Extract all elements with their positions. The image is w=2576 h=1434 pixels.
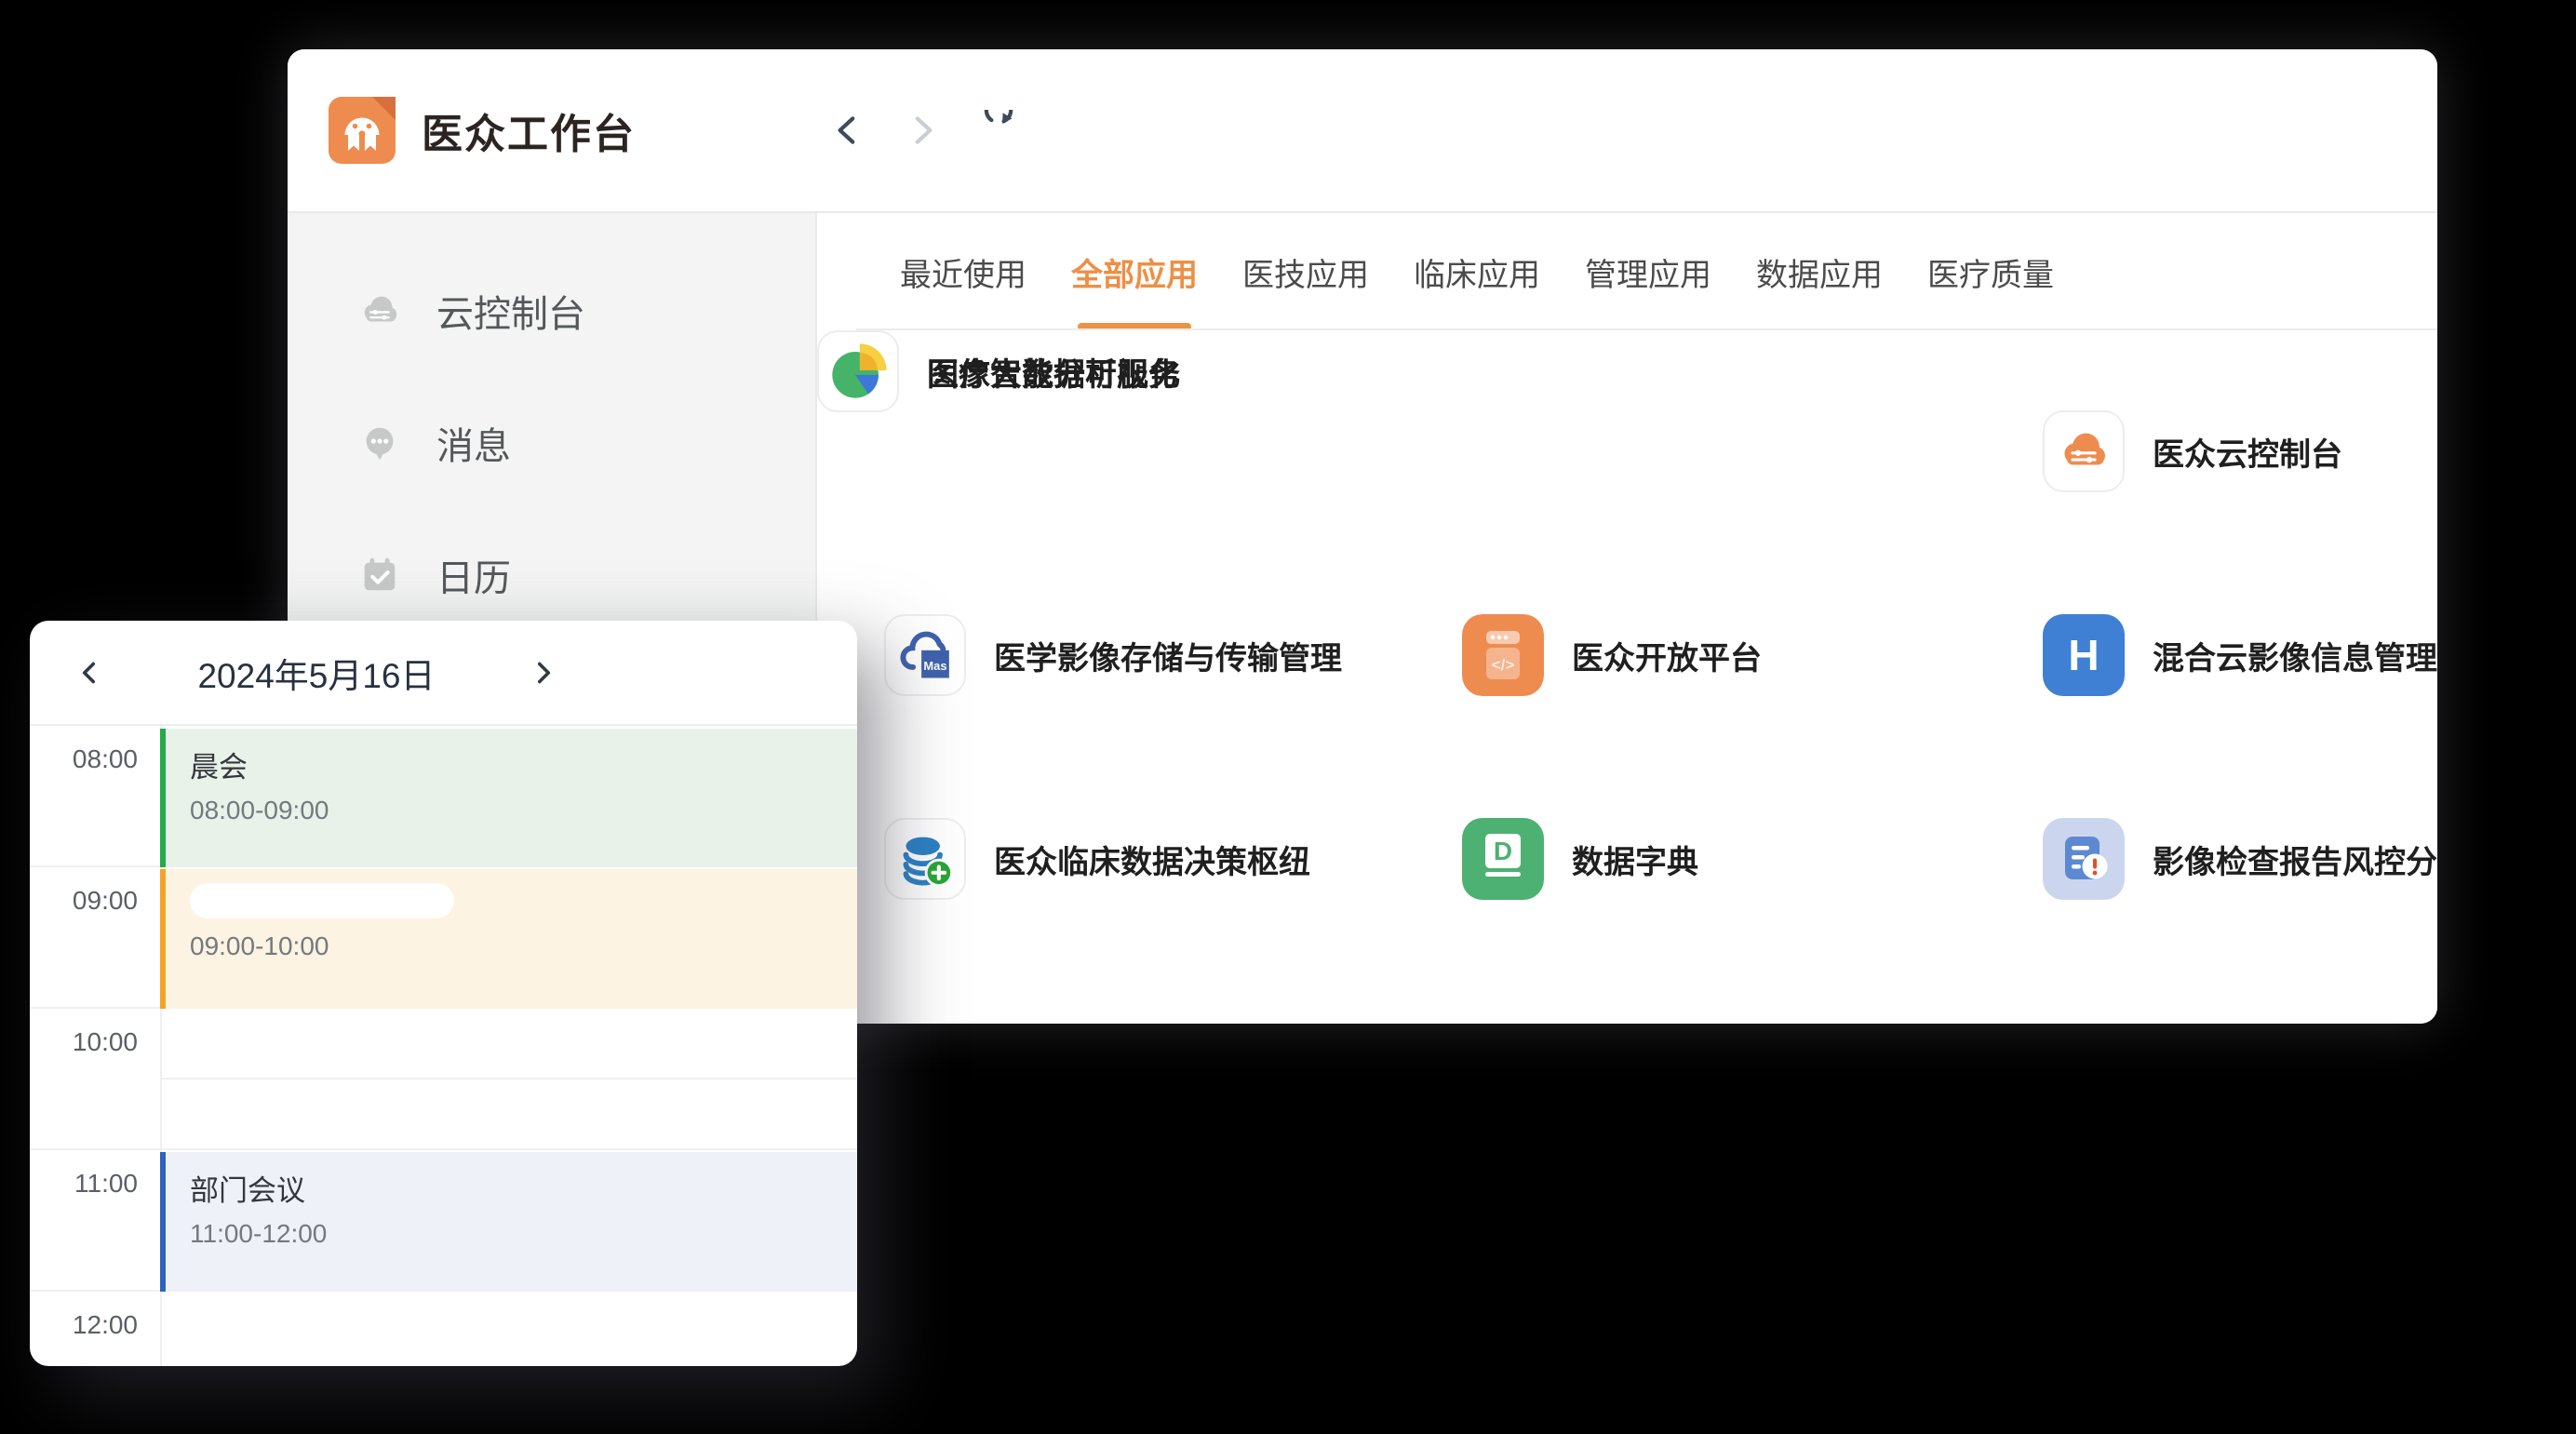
sidebar-item-label: 日历 xyxy=(436,548,511,602)
app-item-report-risk-analysis[interactable]: 影像检查报告风控分析 xyxy=(2043,818,2437,900)
time-label: 10:00 xyxy=(30,1027,138,1057)
event-title: 晨会 xyxy=(190,729,857,785)
app-item-pacs[interactable]: Mas 医学影像存储与传输管理 xyxy=(884,614,1342,696)
window-title: 医众工作台 xyxy=(422,101,636,160)
window-header: 医众工作台 xyxy=(288,49,2437,213)
redacted-event-title-pill xyxy=(190,883,454,918)
refresh-button[interactable] xyxy=(976,110,1017,151)
time-label: 12:00 xyxy=(30,1310,138,1340)
sidebar-item-messages[interactable]: 消息 xyxy=(288,407,815,479)
code-window-icon: </> xyxy=(1462,614,1544,696)
pie-chart-icon xyxy=(817,330,899,412)
event-title: 部门会议 xyxy=(190,1152,857,1209)
dictionary-book-icon: D xyxy=(1462,818,1544,900)
calendar-date: 2024年5月16日 xyxy=(112,648,521,698)
calendar-header: 2024年5月16日 xyxy=(30,621,857,726)
content-area: 最近使用 全部应用 医技应用 临床应用 管理应用 数据应用 医疗质量 xyxy=(817,213,2437,1024)
calendar-panel: 2024年5月16日 08:00 09:00 10:00 11:00 12:00 xyxy=(30,621,857,1366)
cloud-mas-icon: Mas xyxy=(884,614,966,696)
event-time: 08:00-09:00 xyxy=(190,796,857,825)
sidebar-item-calendar[interactable]: 日历 xyxy=(288,539,815,611)
app-item-open-platform[interactable]: </> 医众开放平台 xyxy=(1462,614,1762,696)
calendar-prev-button[interactable] xyxy=(67,650,112,695)
calendar-check-icon xyxy=(358,554,401,596)
event-time: 11:00-12:00 xyxy=(190,1219,857,1249)
sidebar-item-label: 云控制台 xyxy=(436,284,585,338)
tab-clinical-apps[interactable]: 临床应用 xyxy=(1414,213,1540,330)
tab-management-apps[interactable]: 管理应用 xyxy=(1585,213,1711,330)
svg-text:</>: </> xyxy=(1492,656,1515,674)
time-label: 09:00 xyxy=(30,886,138,916)
tab-all-apps[interactable]: 全部应用 xyxy=(1071,213,1198,330)
app-item-hybrid-cloud-imaging[interactable]: H 混合云影像信息管理中心 xyxy=(2043,614,2437,696)
screen: 医众工作台 xyxy=(0,0,2576,1434)
chevron-right-icon xyxy=(918,118,931,141)
time-label: 11:00 xyxy=(30,1169,138,1199)
back-button[interactable] xyxy=(827,110,868,151)
cloud-settings-icon xyxy=(358,289,401,332)
svg-text:D: D xyxy=(1494,837,1512,865)
tab-data-apps[interactable]: 数据应用 xyxy=(1756,213,1883,330)
time-label: 08:00 xyxy=(30,744,138,774)
app-item-bigdata-visualization[interactable]: 医疗大数据可视化 xyxy=(817,330,1180,412)
chevron-left-icon xyxy=(840,118,853,141)
time-row-1200: 12:00 xyxy=(30,1292,857,1366)
tab-recent[interactable]: 最近使用 xyxy=(900,213,1026,330)
report-warning-icon xyxy=(2043,818,2125,900)
database-plus-icon xyxy=(884,818,966,900)
sidebar-item-label: 消息 xyxy=(436,416,511,470)
time-row-1000: 10:00 xyxy=(30,1009,857,1150)
chevron-right-icon xyxy=(540,663,549,681)
calendar-body: 08:00 09:00 10:00 11:00 12:00 晨会 08:00-0… xyxy=(30,726,857,1366)
app-item-cloud-console[interactable]: 医众云控制台 xyxy=(2043,410,2342,492)
calendar-event-morning-meeting[interactable]: 晨会 08:00-09:00 xyxy=(160,729,857,867)
refresh-icon xyxy=(976,110,1017,151)
svg-text:Mas: Mas xyxy=(923,659,946,673)
chevron-left-icon xyxy=(85,663,94,681)
calendar-event-redacted[interactable]: 09:00-10:00 xyxy=(160,869,857,1009)
calendar-next-button[interactable] xyxy=(521,650,566,695)
cloud-settings-icon xyxy=(2043,410,2125,492)
svg-text:H: H xyxy=(2068,631,2099,679)
app-logo-icon xyxy=(329,97,396,164)
letter-h-icon: H xyxy=(2043,614,2125,696)
tab-bar: 最近使用 全部应用 医技应用 临床应用 管理应用 数据应用 医疗质量 xyxy=(817,213,2437,330)
nav-controls xyxy=(827,49,1017,211)
sidebar-item-cloud-console[interactable]: 云控制台 xyxy=(288,275,815,347)
app-item-clinical-data-hub[interactable]: 医众临床数据决策枢纽 xyxy=(884,818,1310,900)
calendar-event-department-meeting[interactable]: 部门会议 11:00-12:00 xyxy=(160,1152,857,1292)
tab-quality[interactable]: 医疗质量 xyxy=(1927,213,2054,330)
event-time: 09:00-10:00 xyxy=(190,931,857,961)
tab-medtech-apps[interactable]: 医技应用 xyxy=(1242,213,1369,330)
message-icon xyxy=(358,422,401,464)
app-item-data-dictionary[interactable]: D 数据字典 xyxy=(1462,818,1698,900)
forward-button[interactable] xyxy=(902,110,943,151)
